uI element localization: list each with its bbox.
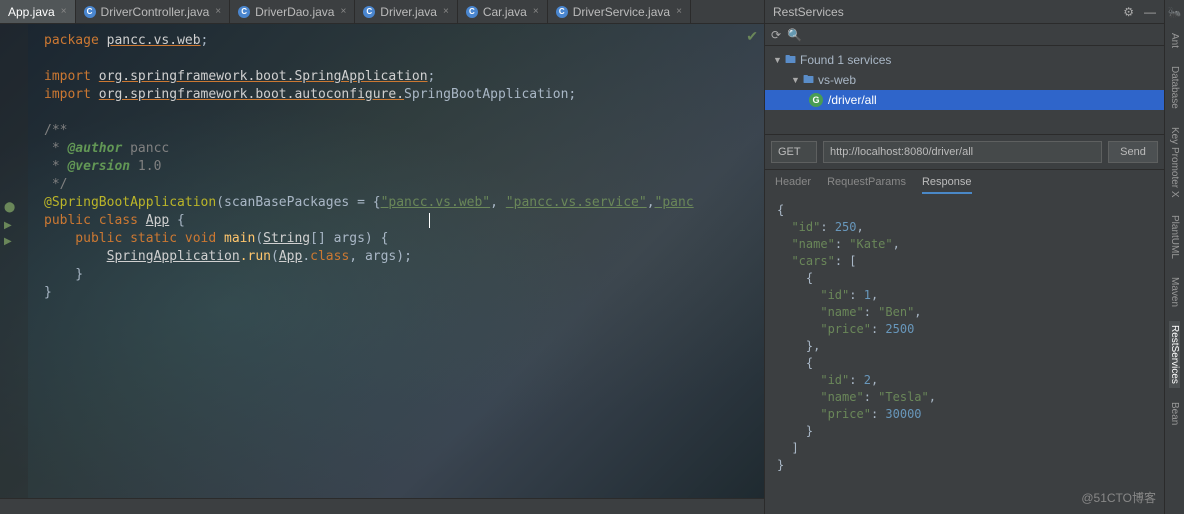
- tree-label: Found 1 services: [800, 53, 891, 67]
- rail-bean[interactable]: Bean: [1169, 398, 1180, 429]
- rail-database[interactable]: Database: [1169, 62, 1180, 113]
- search-icon[interactable]: 🔍: [787, 28, 802, 42]
- source-code: package pancc.vs.web; import org.springf…: [44, 32, 694, 302]
- rail-keypromoter[interactable]: Key Promoter X: [1169, 123, 1180, 202]
- java-class-icon: C: [556, 6, 568, 18]
- tree-label: vs-web: [818, 73, 856, 87]
- folder-icon: 🖿: [803, 71, 814, 90]
- rest-toolbar: ⟳ 🔍: [765, 24, 1164, 46]
- refresh-icon[interactable]: ⟳: [771, 28, 781, 42]
- close-icon[interactable]: ×: [533, 6, 539, 17]
- tab-driverservice[interactable]: C DriverService.java ×: [548, 0, 691, 23]
- tab-header[interactable]: Header: [775, 176, 811, 194]
- request-bar: GET http://localhost:8080/driver/all Sen…: [765, 134, 1164, 170]
- run-gutter-icon[interactable]: ⬤: [4, 202, 15, 213]
- run-gutter-icon[interactable]: ▶: [4, 220, 12, 231]
- tab-label: DriverDao.java: [255, 5, 334, 19]
- http-method-select[interactable]: GET: [771, 141, 817, 163]
- tab-response[interactable]: Response: [922, 176, 972, 194]
- gear-icon[interactable]: ⚙: [1123, 5, 1134, 19]
- close-icon[interactable]: ×: [443, 6, 449, 17]
- java-class-icon: C: [466, 6, 478, 18]
- folder-icon: 🖿: [785, 51, 796, 70]
- editor-tab-bar: App.java × C DriverController.java × C D…: [0, 0, 764, 24]
- tab-driver[interactable]: C Driver.java ×: [355, 0, 458, 23]
- tree-endpoint[interactable]: G /driver/all: [765, 90, 1164, 110]
- close-icon[interactable]: ×: [676, 6, 682, 17]
- inspection-ok-icon: ✔: [746, 28, 758, 45]
- right-tool-rail: 🐜 Ant Database Key Promoter X PlantUML M…: [1164, 0, 1184, 514]
- watermark: @51CTO博客: [1081, 489, 1156, 506]
- tree-label: /driver/all: [828, 93, 877, 107]
- close-icon[interactable]: ×: [215, 6, 221, 17]
- code-editor[interactable]: ✔ ⬤ ▶ ▶ package pancc.vs.web; import org…: [0, 24, 764, 498]
- status-bar: [0, 498, 764, 514]
- tab-car[interactable]: C Car.java ×: [458, 0, 548, 23]
- tree-project[interactable]: ▼ 🖿 vs-web: [765, 70, 1164, 90]
- java-class-icon: C: [363, 6, 375, 18]
- get-method-icon: G: [809, 93, 823, 107]
- tab-driverdao[interactable]: C DriverDao.java ×: [230, 0, 355, 23]
- response-tabs: Header RequestParams Response: [765, 170, 1164, 194]
- editor-pane: App.java × C DriverController.java × C D…: [0, 0, 764, 514]
- java-class-icon: C: [238, 6, 250, 18]
- tab-request-params[interactable]: RequestParams: [827, 176, 906, 194]
- tab-label: DriverController.java: [101, 5, 210, 19]
- tab-drivercontroller[interactable]: C DriverController.java ×: [76, 0, 231, 23]
- send-button[interactable]: Send: [1108, 141, 1158, 163]
- tab-app[interactable]: App.java ×: [0, 0, 76, 23]
- gutter: ⬤ ▶ ▶: [0, 24, 28, 498]
- rail-plantuml[interactable]: PlantUML: [1169, 211, 1180, 263]
- tree-root[interactable]: ▼ 🖿 Found 1 services: [765, 50, 1164, 70]
- tab-label: DriverService.java: [573, 5, 670, 19]
- services-tree: ▼ 🖿 Found 1 services ▼ 🖿 vs-web G /drive…: [765, 46, 1164, 114]
- rail-restservices[interactable]: RestServices: [1169, 321, 1180, 388]
- chevron-down-icon: ▼: [791, 75, 801, 85]
- panel-title: RestServices: [773, 5, 844, 19]
- chevron-down-icon: ▼: [773, 55, 783, 65]
- rail-ant[interactable]: Ant: [1169, 29, 1180, 52]
- rest-header: RestServices ⚙ —: [765, 0, 1164, 24]
- tab-label: App.java: [8, 5, 55, 19]
- java-class-icon: C: [84, 6, 96, 18]
- url-input[interactable]: http://localhost:8080/driver/all: [823, 141, 1102, 163]
- close-icon[interactable]: ×: [61, 6, 67, 17]
- minimize-icon[interactable]: —: [1144, 5, 1156, 19]
- run-gutter-icon[interactable]: ▶: [4, 236, 12, 247]
- rail-maven[interactable]: Maven: [1169, 273, 1180, 311]
- tab-label: Car.java: [483, 5, 527, 19]
- tab-label: Driver.java: [380, 5, 437, 19]
- rest-services-panel: RestServices ⚙ — ⟳ 🔍 ▼ 🖿 Found 1 service…: [764, 0, 1164, 514]
- ant-icon[interactable]: 🐜: [1168, 6, 1182, 19]
- close-icon[interactable]: ×: [340, 6, 346, 17]
- response-body[interactable]: { "id": 250, "name": "Kate", "cars": [ {…: [765, 194, 1164, 514]
